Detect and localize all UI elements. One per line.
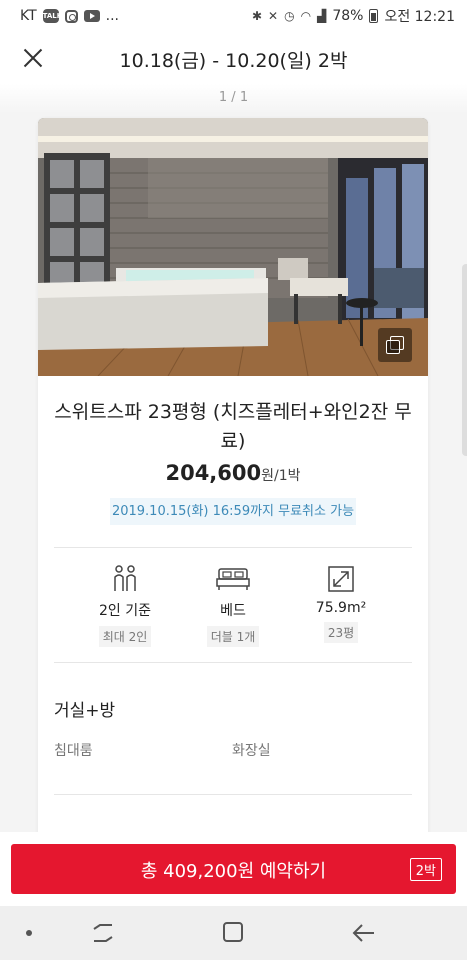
youtube-icon (83, 10, 100, 22)
price-unit: 원/1박 (261, 468, 301, 484)
back-icon[interactable] (352, 922, 376, 944)
resize-icon (286, 564, 396, 594)
people-icon (70, 564, 180, 594)
bluetooth-icon: ✱ (251, 9, 263, 23)
header: 10.18(금) - 10.20(일) 2박 (0, 32, 467, 84)
more-notifications-label: ... (105, 8, 120, 24)
home-icon[interactable] (223, 922, 243, 942)
room-photo-illustration (38, 118, 428, 376)
divider (54, 547, 412, 548)
photo-pager: 1 / 1 (218, 90, 249, 105)
amenity-size: 75.9m² 23평 (286, 564, 396, 643)
price-row: 204,600원/1박 (38, 461, 428, 485)
nav-dot-icon[interactable] (26, 930, 32, 936)
free-cancel-notice: 2019.10.15(화) 16:59까지 무료취소 가능 (110, 498, 356, 525)
amenity-capacity: 2인 기준 최대 2인 (70, 564, 180, 647)
room-photo[interactable] (38, 118, 428, 376)
recent-apps-icon[interactable] (92, 923, 114, 943)
amenity-title: 75.9m² (315, 600, 367, 616)
bottom-bar: 총 409,200원 예약하기 2박 (0, 832, 467, 906)
scroll-indicator[interactable] (462, 264, 467, 456)
page-title: 10.18(금) - 10.20(일) 2박 (119, 50, 348, 72)
battery-percent: 78% (332, 8, 364, 24)
amenity-title: 2인 기준 (99, 603, 151, 619)
room-card: 스위트스파 23평형 (치즈플레터+와인2잔 무료) 204,600원/1박 2… (38, 118, 428, 838)
alarm-icon: ◷ (284, 9, 295, 23)
bed-icon (178, 564, 288, 594)
amenity-sub: 23평 (323, 622, 359, 643)
room-item: 화장실 (232, 743, 271, 759)
reserve-button[interactable]: 총 409,200원 예약하기 2박 (11, 844, 456, 894)
section-title-living-room: 거실+방 (54, 701, 116, 721)
amenity-title: 베드 (220, 603, 246, 619)
carrier-label: KT (20, 8, 37, 24)
gallery-icon (386, 340, 400, 354)
kakaotalk-icon: TALK (42, 9, 62, 23)
room-price: 204,600 (165, 461, 262, 485)
amenity-sub: 더블 1개 (206, 626, 260, 647)
instagram-icon (64, 9, 78, 23)
nights-tag: 2박 (409, 858, 442, 881)
gallery-button[interactable] (378, 328, 412, 362)
signal-icon: ▟ (317, 9, 327, 23)
divider (54, 794, 412, 795)
status-bar: KT TALK ... ✱ ✕ ◷ ◠ ▟ 78% 오전 12:21 (0, 0, 467, 32)
reserve-button-label: 총 409,200원 예약하기 (140, 861, 327, 882)
amenity-sub: 최대 2인 (98, 626, 152, 647)
status-bar-right: ✱ ✕ ◷ ◠ ▟ 78% 오전 12:21 (252, 6, 455, 26)
mute-icon: ✕ (268, 9, 279, 23)
amenity-bed: 베드 더블 1개 (178, 564, 288, 647)
system-nav-bar (0, 906, 467, 960)
room-name: 스위트스파 23평형 (치즈플레터+와인2잔 무료) (54, 401, 412, 452)
battery-icon (369, 9, 379, 23)
wifi-icon: ◠ (300, 9, 312, 23)
status-bar-left: KT TALK ... (20, 8, 119, 24)
room-item: 침대룸 (54, 743, 93, 759)
clock: 오전 12:21 (384, 9, 455, 25)
divider (54, 662, 412, 663)
